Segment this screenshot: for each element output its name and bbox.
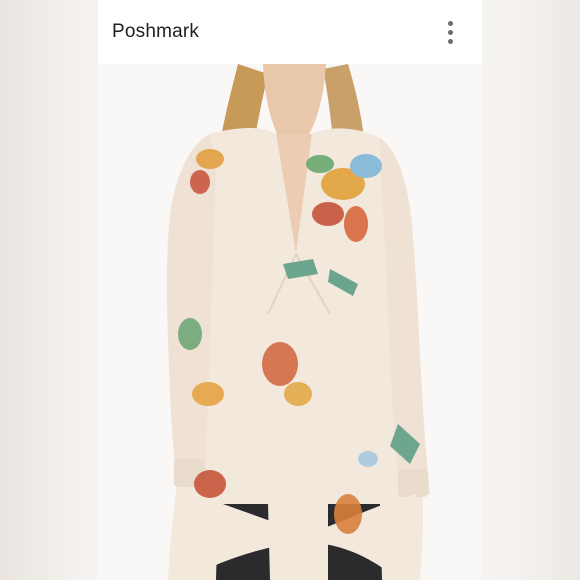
blurred-backdrop-left xyxy=(0,0,98,580)
app-header: Poshmark xyxy=(98,0,482,64)
product-photo[interactable] xyxy=(98,64,482,580)
more-vert-icon[interactable] xyxy=(438,18,462,46)
app-title: Poshmark xyxy=(112,21,200,42)
product-image xyxy=(98,64,482,580)
app-screen: Poshmark xyxy=(0,0,580,580)
blurred-backdrop-right xyxy=(482,0,580,580)
